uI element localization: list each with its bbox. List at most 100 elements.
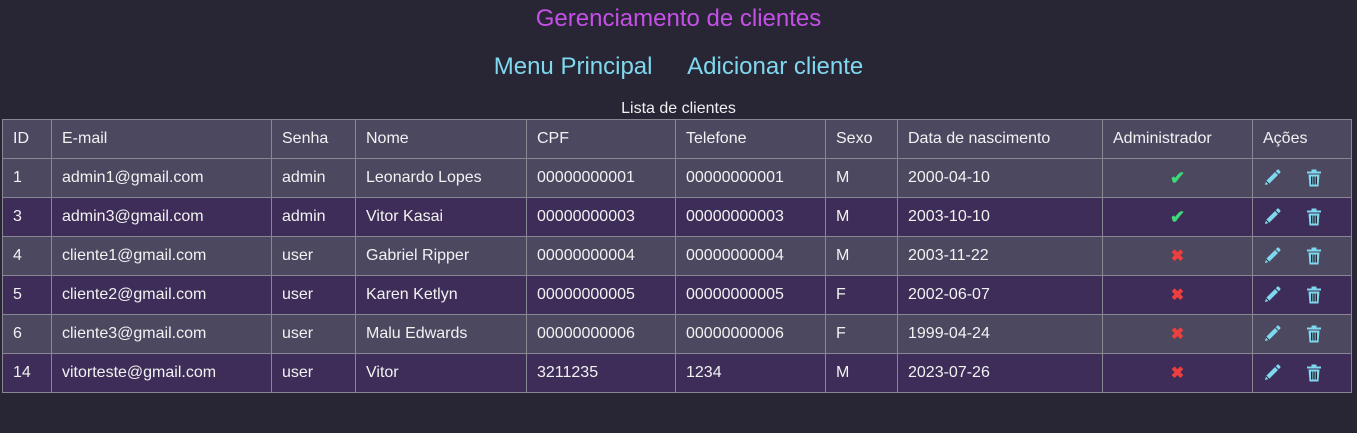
cell-telefone: 00000000001 — [675, 158, 826, 198]
pencil-icon[interactable] — [1263, 247, 1281, 265]
cell-nome: Leonardo Lopes — [355, 158, 527, 198]
cell-acoes — [1252, 236, 1352, 276]
cell-administrador: ✔ — [1102, 158, 1253, 198]
cell-telefone: 00000000003 — [675, 197, 826, 237]
trash-icon[interactable] — [1305, 325, 1323, 343]
cell-acoes — [1252, 158, 1352, 198]
cell-nome: Malu Edwards — [355, 314, 527, 354]
cell-cpf: 3211235 — [526, 353, 676, 393]
cell-senha: user — [271, 353, 356, 393]
column-header-acoes: Ações — [1252, 119, 1352, 159]
menu-principal-link[interactable]: Menu Principal — [494, 53, 653, 80]
trash-icon[interactable] — [1305, 286, 1323, 304]
cell-senha: admin — [271, 158, 356, 198]
cross-icon: ✖ — [1170, 365, 1185, 382]
cell-nascimento: 2003-10-10 — [897, 197, 1103, 237]
cell-nascimento: 2023-07-26 — [897, 353, 1103, 393]
cell-sexo: M — [825, 236, 898, 276]
cell-email: vitorteste@gmail.com — [51, 353, 272, 393]
cell-id: 3 — [2, 197, 52, 237]
table-row: 3 admin3@gmail.com admin Vitor Kasai 0000000… — [2, 197, 1352, 237]
trash-icon[interactable] — [1305, 247, 1323, 265]
column-header-nome: Nome — [355, 119, 527, 159]
cell-email: admin3@gmail.com — [51, 197, 272, 237]
cell-administrador: ✖ — [1102, 353, 1253, 393]
cell-id: 14 — [2, 353, 52, 393]
cell-nome: Karen Ketlyn — [355, 275, 527, 315]
cell-email: admin1@gmail.com — [51, 158, 272, 198]
cross-icon: ✖ — [1170, 326, 1185, 343]
cell-cpf: 00000000005 — [526, 275, 676, 315]
pencil-icon[interactable] — [1263, 325, 1281, 343]
check-icon: ✔ — [1169, 167, 1186, 188]
cell-administrador: ✖ — [1102, 275, 1253, 315]
cell-id: 5 — [2, 275, 52, 315]
cell-telefone: 00000000005 — [675, 275, 826, 315]
pencil-icon[interactable] — [1263, 286, 1281, 304]
cell-administrador: ✖ — [1102, 314, 1253, 354]
adicionar-cliente-link[interactable]: Adicionar cliente — [687, 53, 863, 80]
table-header-row: ID E-mail Senha Nome CPF Telefone Sexo D… — [2, 119, 1352, 159]
table-row: 5 cliente2@gmail.com user Karen Ketlyn 00000… — [2, 275, 1352, 315]
column-header-cpf: CPF — [526, 119, 676, 159]
column-header-nascimento: Data de nascimento — [897, 119, 1103, 159]
column-header-email: E-mail — [51, 119, 272, 159]
column-header-senha: Senha — [271, 119, 356, 159]
pencil-icon[interactable] — [1263, 208, 1281, 226]
cell-email: cliente3@gmail.com — [51, 314, 272, 354]
cell-cpf: 00000000003 — [526, 197, 676, 237]
table-row: 6 cliente3@gmail.com user Malu Edwards 00000… — [2, 314, 1352, 354]
pencil-icon[interactable] — [1263, 169, 1281, 187]
check-icon: ✔ — [1169, 206, 1186, 227]
cell-administrador: ✖ — [1102, 236, 1253, 276]
cell-cpf: 00000000006 — [526, 314, 676, 354]
cell-nome: Gabriel Ripper — [355, 236, 527, 276]
cell-id: 1 — [2, 158, 52, 198]
cell-acoes — [1252, 353, 1352, 393]
cell-id: 4 — [2, 236, 52, 276]
cell-nome: Vitor — [355, 353, 527, 393]
clients-table: ID E-mail Senha Nome CPF Telefone Sexo D… — [2, 119, 1352, 393]
cell-id: 6 — [2, 314, 52, 354]
cell-sexo: F — [825, 275, 898, 315]
cell-senha: user — [271, 314, 356, 354]
column-header-administrador: Administrador — [1102, 119, 1253, 159]
column-header-telefone: Telefone — [675, 119, 826, 159]
cell-sexo: M — [825, 158, 898, 198]
page-title: Gerenciamento de clientes — [535, 5, 822, 32]
cell-email: cliente2@gmail.com — [51, 275, 272, 315]
cell-sexo: M — [825, 197, 898, 237]
cell-senha: user — [271, 275, 356, 315]
column-header-id: ID — [2, 119, 52, 159]
cell-nascimento: 1999-04-24 — [897, 314, 1103, 354]
column-header-sexo: Sexo — [825, 119, 898, 159]
pencil-icon[interactable] — [1263, 364, 1281, 382]
top-nav: Menu Principal Adicionar cliente — [0, 52, 1357, 82]
cell-nascimento: 2002-06-07 — [897, 275, 1103, 315]
cell-sexo: M — [825, 353, 898, 393]
cell-cpf: 00000000001 — [526, 158, 676, 198]
cell-telefone: 1234 — [675, 353, 826, 393]
table-row: 1 admin1@gmail.com admin Leonardo Lopes 0000… — [2, 158, 1352, 198]
cell-acoes — [1252, 197, 1352, 237]
trash-icon[interactable] — [1305, 169, 1323, 187]
table-row: 4 cliente1@gmail.com user Gabriel Ripper 000… — [2, 236, 1352, 276]
cell-telefone: 00000000006 — [675, 314, 826, 354]
cell-cpf: 00000000004 — [526, 236, 676, 276]
cell-nascimento: 2003-11-22 — [897, 236, 1103, 276]
cell-telefone: 00000000004 — [675, 236, 826, 276]
cross-icon: ✖ — [1170, 287, 1185, 304]
cell-nascimento: 2000-04-10 — [897, 158, 1103, 198]
cell-senha: user — [271, 236, 356, 276]
table-caption: Lista de clientes — [621, 100, 736, 117]
cell-senha: admin — [271, 197, 356, 237]
trash-icon[interactable] — [1305, 364, 1323, 382]
cell-administrador: ✔ — [1102, 197, 1253, 237]
cell-acoes — [1252, 275, 1352, 315]
trash-icon[interactable] — [1305, 208, 1323, 226]
cell-sexo: F — [825, 314, 898, 354]
table-row: 14 vitorteste@gmail.com user Vitor 3211235 12… — [2, 353, 1352, 393]
cell-nome: Vitor Kasai — [355, 197, 527, 237]
cell-acoes — [1252, 314, 1352, 354]
cross-icon: ✖ — [1170, 248, 1185, 265]
